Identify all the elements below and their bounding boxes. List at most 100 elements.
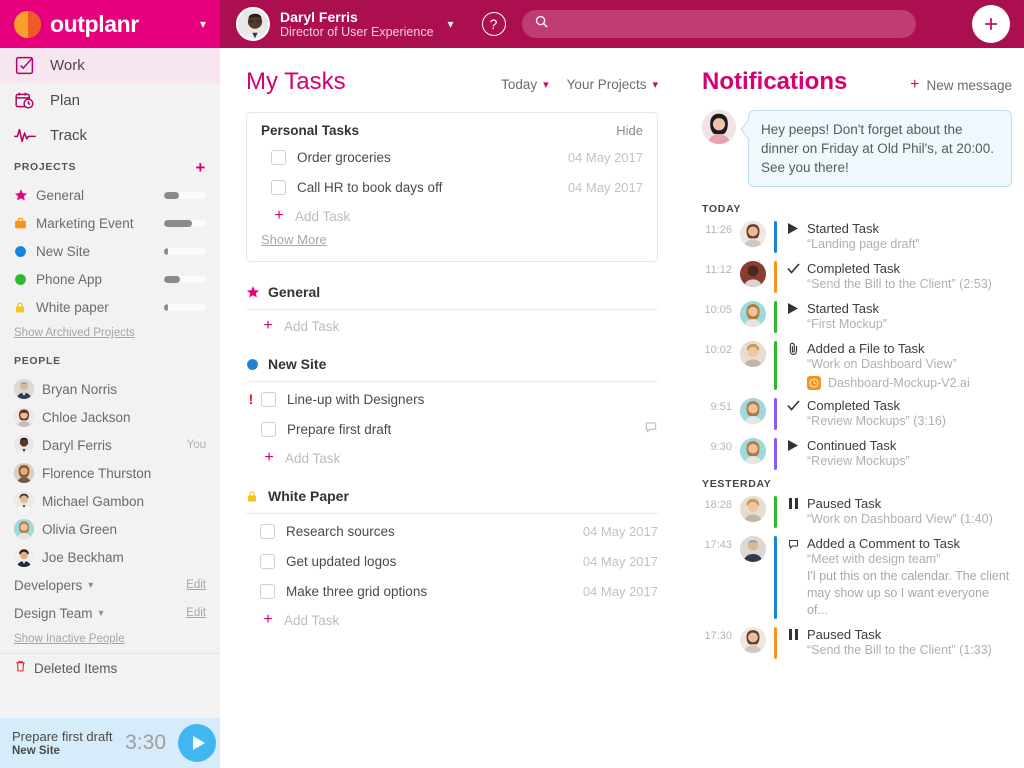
add-task-button[interactable]: + Add Task [246,444,658,472]
task-row[interactable]: Call HR to book days off 04 May 2017 [261,172,643,202]
check-icon [786,263,800,274]
person-item[interactable]: Michael Gambon [0,487,220,515]
project-item-general[interactable]: General [0,181,220,209]
paperclip-icon [786,342,800,355]
task-checkbox[interactable] [260,583,275,599]
show-more-link[interactable]: Show More [261,232,327,247]
sidebar-item-track[interactable]: Track [0,118,220,153]
person-item[interactable]: Joe Beckham [0,543,220,571]
task-checkbox[interactable] [260,523,275,539]
notification-subject: “Send the Bill to the Client” (2:53) [807,277,992,291]
play-icon[interactable] [178,724,216,762]
plus-icon: + [263,611,273,628]
search-input[interactable] [556,16,904,32]
notification-item[interactable]: 10:02 Added a File to Task “Work on Dash… [702,341,1012,390]
show-archived-projects-link[interactable]: Show Archived Projects [0,321,220,341]
filter-your-projects[interactable]: Your Projects ▾ [567,77,658,92]
filter-your-projects-label: Your Projects [566,77,647,92]
avatar [740,261,766,287]
task-row[interactable]: Make three grid options 04 May 2017 [260,576,658,606]
project-item-phone-app[interactable]: Phone App [0,265,220,293]
notification-item[interactable]: 18:28 Paused Task “Work on Dashboard Vie… [702,496,1012,528]
people-header-label: PEOPLE [14,355,61,367]
task-checkbox[interactable] [271,179,286,195]
notification-action-line: Started Task [786,221,1012,236]
chevron-down-icon[interactable]: ▾ [448,17,454,31]
projects-section-header: PROJECTS + [0,153,220,181]
person-item[interactable]: Olivia Green [0,515,220,543]
notification-body: Started Task “Landing page draft” [786,221,1012,253]
project-label: General [36,187,85,203]
comment-icon [786,538,800,550]
task-row[interactable]: Research sources 04 May 2017 [260,516,658,546]
task-checkbox[interactable] [260,553,275,569]
notification-time: 17:30 [704,630,732,642]
person-item[interactable]: Bryan Norris [0,375,220,403]
project-item-marketing-event[interactable]: Marketing Event [0,209,220,237]
notification-action-line: Completed Task [786,398,1012,413]
hide-button[interactable]: Hide [616,123,643,138]
person-item[interactable]: Florence Thurston [0,459,220,487]
notification-body: Added a Comment to Task “Meet with desig… [786,536,1012,619]
task-row[interactable]: ! Line-up with Designers [246,384,658,414]
task-checkbox[interactable] [271,149,286,165]
team-edit-link[interactable]: Edit [186,607,206,619]
task-date: 04 May 2017 [567,179,643,195]
task-row[interactable]: Order groceries 04 May 2017 [261,142,643,172]
project-item-white-paper[interactable]: White paper [0,293,220,321]
notification-item[interactable]: 11:12 Completed Task “Send the Bill to t… [702,261,1012,293]
add-project-icon[interactable]: + [195,159,206,176]
search-box[interactable] [521,10,916,38]
task-name: Get updated logos [286,553,397,569]
project-item-new-site[interactable]: New Site [0,237,220,265]
notification-item[interactable]: 9:30 Continued Task “Review Mockups” [702,438,1012,470]
notification-body: Paused Task “Send the Bill to the Client… [786,627,1012,659]
notification-item[interactable]: 17:43 Added a Comment to Task “Meet with… [702,536,1012,619]
sidebar-item-plan[interactable]: Plan [0,83,220,118]
logo-bar[interactable]: outplanr ▾ [0,0,220,48]
team-item-design-team[interactable]: Design Team ▾ Edit [0,599,220,627]
notification-item[interactable]: 17:30 Paused Task “Send the Bill to the … [702,627,1012,659]
person-name: Joe Beckham [42,549,124,565]
active-timer-bar[interactable]: Prepare first draft New Site 3:30 [0,718,220,768]
add-task-button[interactable]: + Add Task [260,312,658,340]
notification-item[interactable]: 11:26 Started Task “Landing page draft” [702,221,1012,253]
notification-subject: “Review Mockups” (3:16) [807,414,946,428]
filter-today[interactable]: Today ▾ [501,77,549,92]
chevron-down-icon[interactable]: ▾ [200,17,206,31]
comment-icon[interactable] [644,420,658,439]
notification-body: Continued Task “Review Mockups” [786,438,1012,470]
new-message-button[interactable]: + New message [910,76,1012,94]
notification-item[interactable]: 10:05 Started Task “First Mockup” [702,301,1012,333]
person-item[interactable]: Chloe Jackson [0,403,220,431]
task-row[interactable]: Get updated logos 04 May 2017 [260,546,658,576]
notification-action: Started Task [807,221,880,236]
people-section-header: PEOPLE [0,347,220,375]
show-inactive-people-link[interactable]: Show Inactive People [0,627,220,647]
tasks-header: My Tasks Today ▾ Your Projects ▾ [246,68,658,96]
right-region: Daryl Ferris Director of User Experience… [220,0,1024,768]
task-checkbox[interactable] [261,391,276,407]
chevron-down-icon[interactable]: ▾ [99,608,104,619]
team-item-developers[interactable]: Developers ▾ Edit [0,571,220,599]
avatar [14,491,34,511]
notification-color-bar [774,398,777,430]
chevron-down-icon[interactable]: ▾ [88,580,93,591]
sidebar: outplanr ▾ Work Plan Track PROJECTS + Ge… [0,0,220,768]
add-button[interactable] [972,5,1010,43]
user-menu[interactable]: Daryl Ferris Director of User Experience… [236,7,454,41]
notification-action-line: Continued Task [786,438,1012,453]
notification-item[interactable]: 9:51 Completed Task “Review Mockups” (3:… [702,398,1012,430]
notification-body: Started Task “First Mockup” [786,301,1012,333]
help-icon[interactable]: ? [481,12,506,36]
add-task-button[interactable]: + Add Task [261,202,643,230]
add-task-button[interactable]: + Add Task [260,606,658,634]
notification-time: 11:12 [705,264,732,276]
task-row[interactable]: Prepare first draft [246,414,658,444]
notification-attachment[interactable]: Dashboard-Mockup-V2.ai [807,376,1012,390]
sidebar-item-work[interactable]: Work [0,48,220,83]
person-item-daryl-ferris[interactable]: Daryl Ferris You [0,431,220,459]
deleted-items-button[interactable]: Deleted Items [0,653,220,683]
task-checkbox[interactable] [261,421,276,437]
team-edit-link[interactable]: Edit [186,579,206,591]
